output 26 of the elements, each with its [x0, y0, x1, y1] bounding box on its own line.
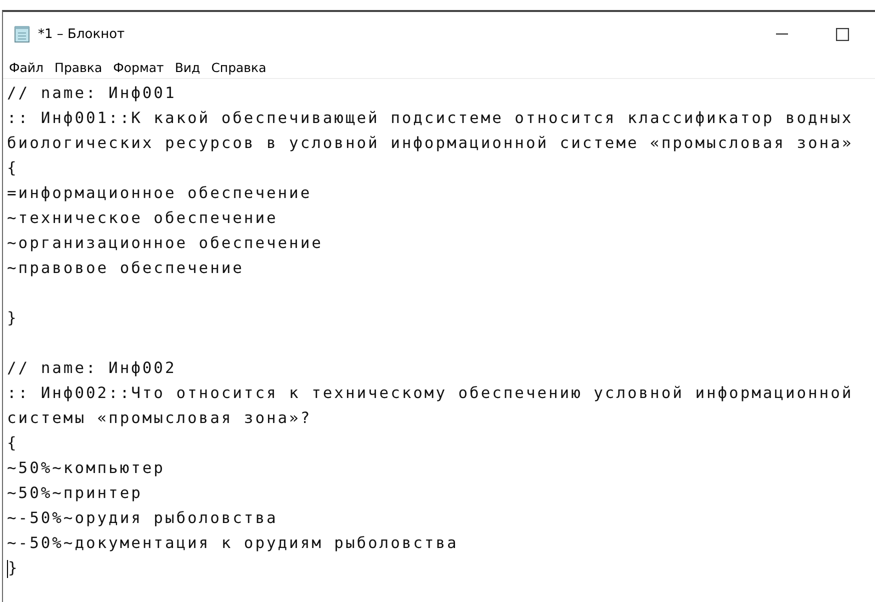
text-line: // name: Инф001: [7, 83, 176, 104]
menu-item[interactable]: Справка: [211, 60, 266, 74]
text-line: ~-50%~документация к орудиям рыболовства: [7, 533, 458, 554]
text-caret: [7, 560, 8, 578]
maximize-icon: [836, 28, 848, 40]
text-line: ~организационное обеспечение: [7, 233, 323, 254]
menu-item[interactable]: Правка: [54, 60, 102, 74]
text-line: {: [7, 433, 18, 454]
text-line: {: [7, 158, 18, 179]
text-line: =информационное обеспечение: [7, 183, 312, 204]
menu-item[interactable]: Вид: [174, 60, 200, 74]
text-line: ~техническое обеспечение: [7, 208, 278, 229]
menu-item[interactable]: Файл: [9, 60, 44, 74]
text-line: биологических ресурсов в условной информационной системе «промысловая зона»: [7, 133, 854, 154]
text-line: :: Инф001::К какой обеспечивающей подсистеме относится классификатор водных: [7, 108, 854, 129]
text-line: ~50%~компьютер: [7, 458, 165, 479]
text-line: ~правовое обеспечение: [7, 258, 244, 279]
text-line: // name: Инф002: [7, 358, 176, 379]
menu-item[interactable]: Формат: [113, 60, 164, 74]
text-line: ~50%~принтер: [7, 483, 142, 504]
text-line: системы «промысловая зона»?: [7, 408, 312, 429]
window-title: *1 – Блокнот: [38, 26, 125, 42]
text-line: :: Инф002::Что относится к техническому обеспечению условной информационной: [7, 383, 854, 404]
text-line: }: [8, 558, 18, 579]
text-line: }: [7, 308, 18, 329]
text-line: ~-50%~орудия рыболовства: [7, 508, 278, 529]
